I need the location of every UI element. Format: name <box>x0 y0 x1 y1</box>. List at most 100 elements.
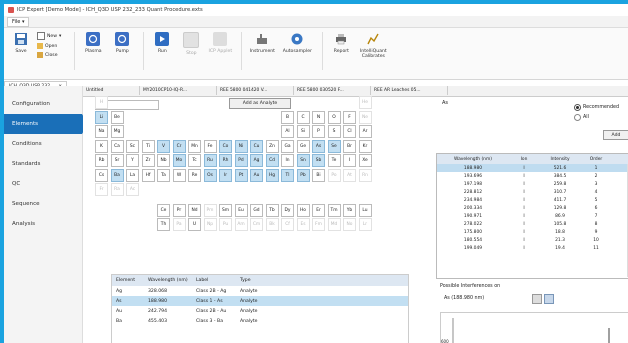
element-cell-n[interactable]: N <box>312 110 325 124</box>
nav-analysis[interactable]: Analysis <box>4 214 82 234</box>
element-cell-rn[interactable]: Rn <box>358 168 372 182</box>
element-cell-fe[interactable]: Fe <box>203 139 217 153</box>
element-cell-pd[interactable]: Pd <box>234 154 248 167</box>
close-button[interactable]: Close <box>37 52 61 58</box>
element-cell-i[interactable]: I <box>343 154 356 167</box>
element-cell-tm[interactable]: Tm <box>327 203 341 217</box>
column-header[interactable]: Element <box>112 278 148 283</box>
element-cell-pm[interactable]: Pm <box>203 203 217 217</box>
save-button[interactable]: Save <box>8 32 34 54</box>
element-cell-mn[interactable]: Mn <box>188 139 201 153</box>
element-cell-al[interactable]: Al <box>281 125 294 138</box>
element-cell-si[interactable]: Si <box>296 125 310 138</box>
element-cell-k[interactable]: K <box>95 139 108 153</box>
element-cell-cr[interactable]: Cr <box>172 139 186 153</box>
table-row[interactable]: 190.971 I 86.9 7 <box>437 212 628 220</box>
element-cell-sn[interactable]: Sn <box>296 154 310 167</box>
table-row[interactable]: Ba 455.403 Class 3 - Ba Analyte <box>112 316 408 326</box>
element-cell-gd[interactable]: Gd <box>250 203 263 217</box>
element-cell-no[interactable]: No <box>343 218 356 231</box>
stop-button[interactable]: Stop <box>178 32 204 56</box>
element-cell-tl[interactable]: Tl <box>281 168 294 182</box>
recommended-radio[interactable]: Recommended <box>574 104 619 111</box>
element-cell-bi[interactable]: Bi <box>312 168 325 182</box>
table-row[interactable]: 188.980 I 521.6 1 <box>437 164 628 172</box>
element-cell-es[interactable]: Es <box>296 218 310 231</box>
element-cell-lu[interactable]: Lu <box>358 203 372 217</box>
element-cell-am[interactable]: Am <box>234 218 248 231</box>
table-row[interactable]: 199.049 I 19.4 11 <box>437 244 628 252</box>
element-cell-pb[interactable]: Pb <box>296 168 310 182</box>
element-cell-v[interactable]: V <box>157 139 170 153</box>
element-cell-li[interactable]: Li <box>95 110 108 124</box>
procedure-tab[interactable]: Untitled <box>83 86 140 95</box>
element-cell-c[interactable]: C <box>296 110 310 124</box>
element-cell-ce[interactable]: Ce <box>157 203 170 217</box>
procedure-tab[interactable]: MY2010CP10-IQ-R... <box>140 86 217 95</box>
column-header[interactable]: Intensity <box>539 157 581 162</box>
element-cell-hg[interactable]: Hg <box>265 168 279 182</box>
table-row[interactable]: 200.334 I 129.8 6 <box>437 204 628 212</box>
column-header[interactable]: Order <box>581 157 611 162</box>
element-cell-te[interactable]: Te <box>327 154 341 167</box>
add-as-analyte-button[interactable]: Add as Analyte <box>229 98 291 109</box>
element-cell-ac[interactable]: Ac <box>126 183 139 196</box>
element-cell-au[interactable]: Au <box>250 168 263 182</box>
autosampler-button[interactable]: Autosampler <box>280 32 314 54</box>
procedure-tab[interactable]: REE 5800 041420 V... <box>217 86 294 95</box>
element-cell-br[interactable]: Br <box>343 139 356 153</box>
pump-button[interactable]: Pump <box>109 32 135 54</box>
nav-standards[interactable]: Standards <box>4 154 82 174</box>
element-cell-cd[interactable]: Cd <box>265 154 279 167</box>
element-cell-co[interactable]: Co <box>219 139 232 153</box>
procedure-tab[interactable]: REE AR Leaches 05... <box>371 86 448 95</box>
element-cell-xe[interactable]: Xe <box>358 154 372 167</box>
add-wavelength-button[interactable]: Add <box>603 130 628 140</box>
element-cell-ni[interactable]: Ni <box>234 139 248 153</box>
element-cell-sr[interactable]: Sr <box>110 154 124 167</box>
file-menu-button[interactable]: File ▾ <box>7 16 30 27</box>
element-cell-pr[interactable]: Pr <box>172 203 186 217</box>
element-cell-w[interactable]: W <box>172 168 186 182</box>
element-cell-pa[interactable]: Pa <box>172 218 186 231</box>
element-cell-rb[interactable]: Rb <box>95 154 108 167</box>
table-row[interactable]: 193.696 I 384.5 2 <box>437 172 628 180</box>
nav-sequence[interactable]: Sequence <box>4 194 82 214</box>
element-cell-ba[interactable]: Ba <box>110 168 124 182</box>
zoom-icon[interactable] <box>544 294 554 304</box>
element-cell-cm[interactable]: Cm <box>250 218 263 231</box>
element-cell-fm[interactable]: Fm <box>312 218 325 231</box>
element-cell-ir[interactable]: Ir <box>219 168 232 182</box>
nav-conditions[interactable]: Conditions <box>4 134 82 154</box>
element-cell-p[interactable]: P <box>312 125 325 138</box>
table-row[interactable]: As 188.980 Class 1 - As Analyte <box>112 296 408 306</box>
element-cell-o[interactable]: O <box>327 110 341 124</box>
element-cell-dy[interactable]: Dy <box>281 203 294 217</box>
element-cell-sb[interactable]: Sb <box>312 154 325 167</box>
element-cell-as[interactable]: As <box>312 139 325 153</box>
element-cell-la[interactable]: La <box>126 168 139 182</box>
table-row[interactable]: 175.800 I 18.8 9 <box>437 228 628 236</box>
element-cell-ti[interactable]: Ti <box>141 139 155 153</box>
plasma-button[interactable]: Plasma <box>80 32 106 54</box>
element-cell-pt[interactable]: Pt <box>234 168 248 182</box>
element-cell-kr[interactable]: Kr <box>358 139 372 153</box>
element-cell-yb[interactable]: Yb <box>343 203 356 217</box>
procedure-tab[interactable]: REE 5800 030520 F... <box>294 86 371 95</box>
icp-applet-button[interactable]: ICP Applet <box>207 32 233 54</box>
element-cell-np[interactable]: Np <box>203 218 217 231</box>
element-cell-cu[interactable]: Cu <box>250 139 263 153</box>
element-cell-po[interactable]: Po <box>327 168 341 182</box>
element-cell-ho[interactable]: Ho <box>296 203 310 217</box>
element-cell-re[interactable]: Re <box>188 168 201 182</box>
open-button[interactable]: Open <box>37 43 61 49</box>
element-cell-u[interactable]: U <box>188 218 201 231</box>
column-header[interactable]: Label <box>196 278 240 283</box>
element-cell-os[interactable]: Os <box>203 168 217 182</box>
all-radio[interactable]: All <box>574 114 589 121</box>
element-cell-hf[interactable]: Hf <box>141 168 155 182</box>
element-cell-at[interactable]: At <box>343 168 356 182</box>
element-cell-na[interactable]: Na <box>95 125 108 138</box>
element-cell-s[interactable]: S <box>327 125 341 138</box>
element-cell-ra[interactable]: Ra <box>110 183 124 196</box>
